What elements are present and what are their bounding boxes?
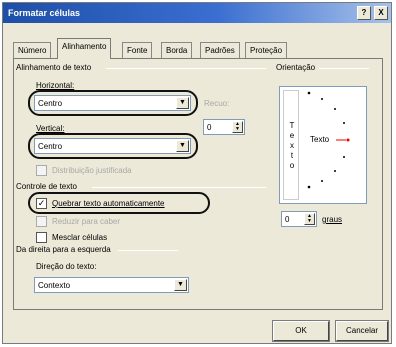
ok-button[interactable]: OK: [272, 320, 330, 342]
text-direction-value: Contexto: [38, 281, 71, 290]
text-alignment-heading: Alinhamento de texto: [16, 63, 92, 72]
divider: [319, 68, 369, 69]
horizontal-text: Texto: [310, 135, 330, 144]
orientation-dial-icon: [307, 91, 350, 189]
shrink-checkbox[interactable]: [36, 216, 47, 227]
tab-alinhamento[interactable]: Alinhamento: [57, 38, 112, 59]
highlight-oval: [28, 90, 198, 116]
close-button[interactable]: X: [374, 6, 388, 20]
indent-value: 0: [207, 123, 212, 132]
rtl-heading: Da direita para a esquerda: [16, 245, 111, 254]
indent-label: Recuo:: [204, 99, 230, 108]
alignment-panel: Alinhamento de texto Horizontal: Centro …: [13, 58, 383, 310]
title-bar: Formatar células ? X: [3, 3, 391, 23]
format-cells-dialog: Formatar células ? X Número Alinhamento …: [2, 2, 392, 344]
chevron-down-icon[interactable]: ▼: [174, 279, 187, 291]
tab-fonte[interactable]: Fonte: [122, 42, 153, 58]
degrees-label: graus: [322, 215, 343, 224]
spinner-arrows-icon[interactable]: ▲ ▼: [304, 213, 315, 225]
tab-protecao[interactable]: Proteção: [245, 42, 288, 58]
merge-checkbox[interactable]: [36, 232, 47, 243]
orientation-preview[interactable]: Texto Texto: [279, 86, 367, 204]
horizontal-label: Horizontal:: [36, 81, 75, 90]
tab-borda[interactable]: Borda: [161, 42, 193, 58]
highlight-oval: [28, 133, 198, 159]
orientation-heading: Orientação: [276, 63, 316, 72]
text-direction-select[interactable]: Contexto ▼: [34, 277, 189, 293]
shrink-label: Reduzir para caber: [52, 217, 121, 226]
tab-padroes[interactable]: Padrões: [200, 42, 240, 58]
divider: [106, 68, 266, 69]
help-button[interactable]: ?: [357, 6, 371, 20]
text-control-heading: Controle de texto: [16, 182, 77, 191]
degrees-spinner[interactable]: 0 ▲ ▼: [281, 211, 317, 227]
indent-spinner[interactable]: 0 ▲ ▼: [203, 119, 245, 135]
text-direction-label: Direção do texto:: [36, 262, 97, 271]
divider: [118, 250, 178, 251]
spinner-arrows-icon[interactable]: ▲ ▼: [232, 121, 243, 133]
tab-numero[interactable]: Número: [13, 42, 52, 58]
cancel-button[interactable]: Cancelar: [335, 320, 389, 342]
vertical-label: Vertical:: [36, 124, 65, 133]
merge-label: Mesclar células: [52, 233, 108, 242]
divider: [92, 187, 266, 188]
distributed-label: Distribuição justificada: [52, 166, 132, 175]
highlight-oval: [28, 192, 210, 214]
dialog-title: Formatar células: [8, 8, 81, 18]
degrees-value: 0: [285, 215, 290, 224]
distributed-checkbox[interactable]: [36, 165, 47, 176]
